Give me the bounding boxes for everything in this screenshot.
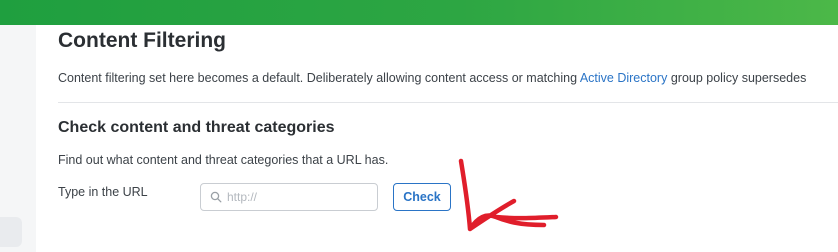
- url-field-label: Type in the URL: [58, 185, 148, 199]
- page-title: Content Filtering: [58, 29, 226, 52]
- page-description-text-tail: group policy supersedes: [667, 71, 807, 85]
- url-input[interactable]: [227, 188, 372, 206]
- url-input-box[interactable]: [200, 183, 378, 211]
- section-title: Check content and threat categories: [58, 119, 335, 136]
- red-annotation-mark: [458, 158, 559, 232]
- check-button[interactable]: Check: [393, 183, 451, 211]
- top-brand-bar: [0, 0, 838, 25]
- sidebar-item[interactable]: [0, 217, 22, 247]
- page-description-text: Content filtering set here becomes a def…: [58, 71, 580, 85]
- search-icon: [210, 191, 222, 203]
- active-directory-link[interactable]: Active Directory: [580, 71, 668, 85]
- main-content: Content Filtering Content filtering set …: [36, 25, 838, 252]
- page-description: Content filtering set here becomes a def…: [58, 71, 806, 85]
- left-sidebar: [0, 25, 36, 252]
- section-divider: [58, 102, 838, 103]
- section-description: Find out what content and threat categor…: [58, 153, 389, 167]
